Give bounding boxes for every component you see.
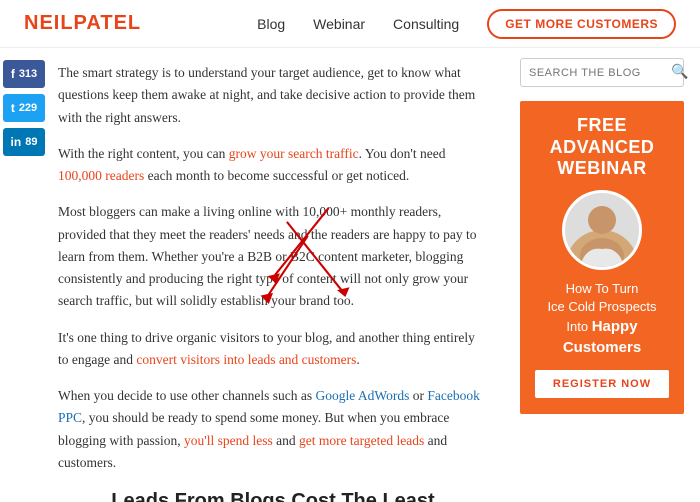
facebook-icon: f — [11, 67, 15, 81]
paragraph-1: The smart strategy is to understand your… — [58, 62, 488, 129]
link-100k-readers[interactable]: 100,000 readers — [58, 168, 144, 183]
avatar — [562, 190, 642, 270]
paragraph-3: Most bloggers can make a living online w… — [58, 201, 488, 312]
search-box[interactable]: 🔍 — [520, 58, 684, 87]
search-input[interactable] — [529, 67, 671, 79]
paragraph-4: It's one thing to drive organic visitors… — [58, 327, 488, 372]
arrow-section: Most bloggers can make a living online w… — [58, 201, 488, 312]
webinar-title: FREE ADVANCED WEBINAR — [530, 115, 674, 180]
section-heading: Leads From Blogs Cost The Least — [58, 490, 488, 502]
header: NEILPATEL Blog Webinar Consulting GET MO… — [0, 0, 700, 48]
twitter-icon: t — [11, 101, 15, 115]
nav-blog[interactable]: Blog — [257, 16, 285, 32]
social-bar: f 313 t 229 in 89 — [0, 48, 48, 502]
person-avatar — [566, 194, 638, 266]
linkedin-share-button[interactable]: in 89 — [3, 128, 45, 156]
nav-webinar[interactable]: Webinar — [313, 16, 365, 32]
link-google-adwords[interactable]: Google AdWords — [316, 388, 410, 403]
register-button[interactable]: REGISTER NOW — [535, 370, 669, 398]
navigation: Blog Webinar Consulting GET MORE CUSTOME… — [257, 9, 676, 39]
facebook-count: 313 — [19, 68, 37, 80]
twitter-share-button[interactable]: t 229 — [3, 94, 45, 122]
webinar-subtitle: How To Turn Ice Cold Prospects Into Happ… — [530, 280, 674, 358]
logo[interactable]: NEILPATEL — [24, 12, 141, 35]
nav-consulting[interactable]: Consulting — [393, 16, 459, 32]
paragraph-2: With the right content, you can grow you… — [58, 143, 488, 188]
linkedin-icon: in — [11, 135, 22, 149]
link-targeted-leads[interactable]: get more targeted leads — [299, 433, 424, 448]
twitter-count: 229 — [19, 102, 37, 114]
linkedin-count: 89 — [25, 136, 37, 148]
sidebar: 🔍 FREE ADVANCED WEBINAR How To Turn Ice … — [508, 48, 696, 502]
link-convert-visitors[interactable]: convert visitors into leads and customer… — [136, 352, 356, 367]
link-grow-traffic[interactable]: grow your search traffic — [229, 146, 359, 161]
link-spend-less[interactable]: you'll spend less — [184, 433, 273, 448]
search-icon[interactable]: 🔍 — [671, 64, 688, 81]
main-layout: f 313 t 229 in 89 The smart strategy is … — [0, 48, 700, 502]
cta-button[interactable]: GET MORE CUSTOMERS — [487, 9, 676, 39]
article-content: The smart strategy is to understand your… — [48, 48, 508, 502]
facebook-share-button[interactable]: f 313 — [3, 60, 45, 88]
paragraph-5: When you decide to use other channels su… — [58, 385, 488, 474]
webinar-promo: FREE ADVANCED WEBINAR How To Turn Ice Co… — [520, 101, 684, 414]
